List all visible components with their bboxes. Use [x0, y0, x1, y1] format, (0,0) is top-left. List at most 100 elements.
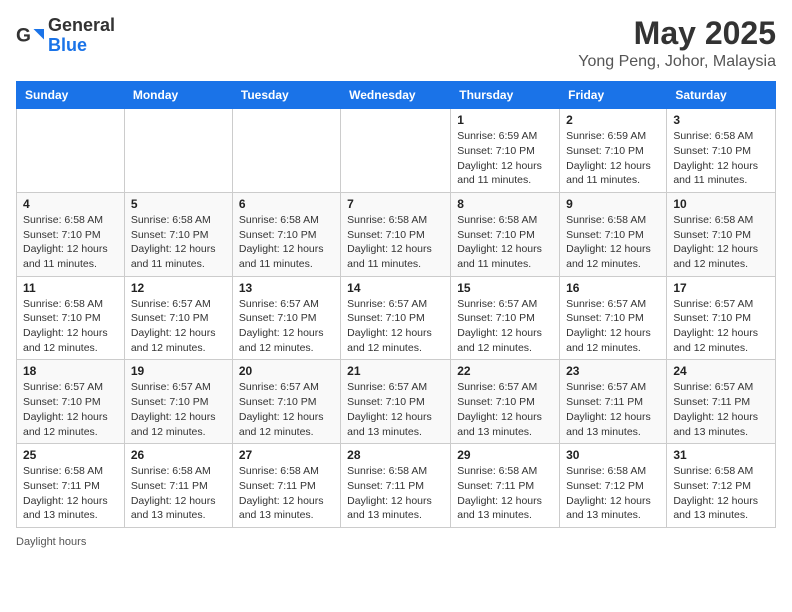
calendar-cell: 16 Sunrise: 6:57 AM Sunset: 7:10 PM Dayli… [560, 276, 667, 360]
day-info: Sunrise: 6:58 AM Sunset: 7:10 PM Dayligh… [23, 297, 118, 356]
logo-general: General [48, 15, 115, 35]
col-monday: Monday [124, 82, 232, 109]
day-number: 30 [566, 448, 660, 462]
month-year: May 2025 [578, 16, 776, 51]
calendar-cell: 20Sunrise: 6:57 AM Sunset: 7:10 PM Dayli… [232, 360, 340, 444]
day-number: 23 [566, 364, 660, 378]
col-tuesday: Tuesday [232, 82, 340, 109]
calendar-header-row: Sunday Monday Tuesday Wednesday Thursday… [17, 82, 776, 109]
calendar-cell: 27Sunrise: 6:58 AM Sunset: 7:11 PM Dayli… [232, 444, 340, 528]
day-number: 16 [566, 281, 660, 295]
logo-blue: Blue [48, 35, 87, 55]
calendar-cell [17, 109, 125, 193]
calendar-cell [341, 109, 451, 193]
calendar-cell: 23 Sunrise: 6:57 AM Sunset: 7:11 PM Dayli… [560, 360, 667, 444]
day-info: Sunrise: 6:57 AM Sunset: 7:10 PM Dayligh… [347, 380, 444, 439]
week-row-2: 4 Sunrise: 6:58 AM Sunset: 7:10 PM Daylig… [17, 192, 776, 276]
day-info: Sunrise: 6:59 AM Sunset: 7:10 PM Dayligh… [457, 129, 553, 188]
day-number: 21 [347, 364, 444, 378]
page: G General Blue May 2025 Yong Peng, Johor… [0, 0, 792, 612]
calendar-cell: 29Sunrise: 6:58 AM Sunset: 7:11 PM Dayli… [451, 444, 560, 528]
calendar-cell: 30 Sunrise: 6:58 AM Sunset: 7:12 PM Dayli… [560, 444, 667, 528]
day-info: Sunrise: 6:57 AM Sunset: 7:10 PM Dayligh… [457, 297, 553, 356]
title-block: May 2025 Yong Peng, Johor, Malaysia [578, 16, 776, 71]
day-info: Sunrise: 6:57 AM Sunset: 7:11 PM Dayligh… [566, 380, 660, 439]
day-number: 8 [457, 197, 553, 211]
calendar-cell: 4Sunrise: 6:58 AM Sunset: 7:10 PM Daylig… [17, 192, 125, 276]
day-info: Sunrise: 6:59 AM Sunset: 7:10 PM Dayligh… [566, 129, 660, 188]
day-number: 1 [457, 113, 553, 127]
day-number: 26 [131, 448, 226, 462]
week-row-3: 11Sunrise: 6:58 AM Sunset: 7:10 PM Dayli… [17, 276, 776, 360]
calendar-cell: 18 Sunrise: 6:57 AM Sunset: 7:10 PM Dayli… [17, 360, 125, 444]
calendar-cell: 2 Sunrise: 6:59 AM Sunset: 7:10 PM Daylig… [560, 109, 667, 193]
day-number: 5 [131, 197, 226, 211]
day-number: 7 [347, 197, 444, 211]
calendar-cell: 7 Sunrise: 6:58 AM Sunset: 7:10 PM Daylig… [341, 192, 451, 276]
day-number: 17 [673, 281, 769, 295]
day-number: 25 [23, 448, 118, 462]
day-info: Sunrise: 6:58 AM Sunset: 7:11 PM Dayligh… [23, 464, 118, 523]
calendar-cell: 11Sunrise: 6:58 AM Sunset: 7:10 PM Dayli… [17, 276, 125, 360]
day-number: 13 [239, 281, 334, 295]
day-number: 10 [673, 197, 769, 211]
col-wednesday: Wednesday [341, 82, 451, 109]
day-info: Sunrise: 6:58 AM Sunset: 7:10 PM Dayligh… [239, 213, 334, 272]
footer-note: Daylight hours [16, 536, 776, 548]
day-number: 4 [23, 197, 118, 211]
day-info: Sunrise: 6:57 AM Sunset: 7:10 PM Dayligh… [566, 297, 660, 356]
day-info: Sunrise: 6:57 AM Sunset: 7:10 PM Dayligh… [131, 297, 226, 356]
calendar-cell: 3Sunrise: 6:58 AM Sunset: 7:10 PM Daylig… [667, 109, 776, 193]
week-row-4: 18 Sunrise: 6:57 AM Sunset: 7:10 PM Dayli… [17, 360, 776, 444]
day-info: Sunrise: 6:57 AM Sunset: 7:10 PM Dayligh… [131, 380, 226, 439]
day-info: Sunrise: 6:58 AM Sunset: 7:10 PM Dayligh… [131, 213, 226, 272]
calendar-cell: 6 Sunrise: 6:58 AM Sunset: 7:10 PM Daylig… [232, 192, 340, 276]
day-info: Sunrise: 6:57 AM Sunset: 7:10 PM Dayligh… [673, 297, 769, 356]
day-info: Sunrise: 6:57 AM Sunset: 7:11 PM Dayligh… [673, 380, 769, 439]
day-number: 22 [457, 364, 553, 378]
day-info: Sunrise: 6:57 AM Sunset: 7:10 PM Dayligh… [239, 297, 334, 356]
calendar-cell: 8 Sunrise: 6:58 AM Sunset: 7:10 PM Daylig… [451, 192, 560, 276]
day-info: Sunrise: 6:58 AM Sunset: 7:10 PM Dayligh… [566, 213, 660, 272]
calendar-table: Sunday Monday Tuesday Wednesday Thursday… [16, 81, 776, 528]
day-number: 2 [566, 113, 660, 127]
col-sunday: Sunday [17, 82, 125, 109]
day-info: Sunrise: 6:57 AM Sunset: 7:10 PM Dayligh… [239, 380, 334, 439]
day-number: 14 [347, 281, 444, 295]
day-number: 28 [347, 448, 444, 462]
day-number: 12 [131, 281, 226, 295]
day-info: Sunrise: 6:58 AM Sunset: 7:10 PM Dayligh… [673, 213, 769, 272]
calendar-cell: 31 Sunrise: 6:58 AM Sunset: 7:12 PM Dayli… [667, 444, 776, 528]
calendar-cell [124, 109, 232, 193]
calendar-cell: 28Sunrise: 6:58 AM Sunset: 7:11 PM Dayli… [341, 444, 451, 528]
calendar-cell: 1 Sunrise: 6:59 AM Sunset: 7:10 PM Daylig… [451, 109, 560, 193]
logo: G General Blue [16, 16, 115, 56]
calendar-cell: 13 Sunrise: 6:57 AM Sunset: 7:10 PM Dayli… [232, 276, 340, 360]
day-info: Sunrise: 6:58 AM Sunset: 7:12 PM Dayligh… [566, 464, 660, 523]
day-number: 9 [566, 197, 660, 211]
calendar-cell: 9 Sunrise: 6:58 AM Sunset: 7:10 PM Daylig… [560, 192, 667, 276]
daylight-hours-label: Daylight hours [16, 536, 86, 548]
day-info: Sunrise: 6:58 AM Sunset: 7:10 PM Dayligh… [457, 213, 553, 272]
calendar-cell: 21 Sunrise: 6:57 AM Sunset: 7:10 PM Dayli… [341, 360, 451, 444]
day-info: Sunrise: 6:57 AM Sunset: 7:10 PM Dayligh… [457, 380, 553, 439]
day-info: Sunrise: 6:57 AM Sunset: 7:10 PM Dayligh… [23, 380, 118, 439]
calendar-cell: 14Sunrise: 6:57 AM Sunset: 7:10 PM Dayli… [341, 276, 451, 360]
day-number: 31 [673, 448, 769, 462]
logo-icon: G [16, 22, 44, 50]
day-number: 18 [23, 364, 118, 378]
calendar-cell [232, 109, 340, 193]
day-number: 15 [457, 281, 553, 295]
logo-text: General Blue [48, 16, 115, 56]
day-info: Sunrise: 6:58 AM Sunset: 7:11 PM Dayligh… [131, 464, 226, 523]
col-thursday: Thursday [451, 82, 560, 109]
day-number: 19 [131, 364, 226, 378]
day-info: Sunrise: 6:58 AM Sunset: 7:10 PM Dayligh… [347, 213, 444, 272]
calendar-cell: 17 Sunrise: 6:57 AM Sunset: 7:10 PM Dayli… [667, 276, 776, 360]
day-info: Sunrise: 6:58 AM Sunset: 7:12 PM Dayligh… [673, 464, 769, 523]
location: Yong Peng, Johor, Malaysia [578, 53, 776, 71]
col-saturday: Saturday [667, 82, 776, 109]
week-row-5: 25 Sunrise: 6:58 AM Sunset: 7:11 PM Dayli… [17, 444, 776, 528]
day-number: 6 [239, 197, 334, 211]
week-row-1: 1 Sunrise: 6:59 AM Sunset: 7:10 PM Daylig… [17, 109, 776, 193]
